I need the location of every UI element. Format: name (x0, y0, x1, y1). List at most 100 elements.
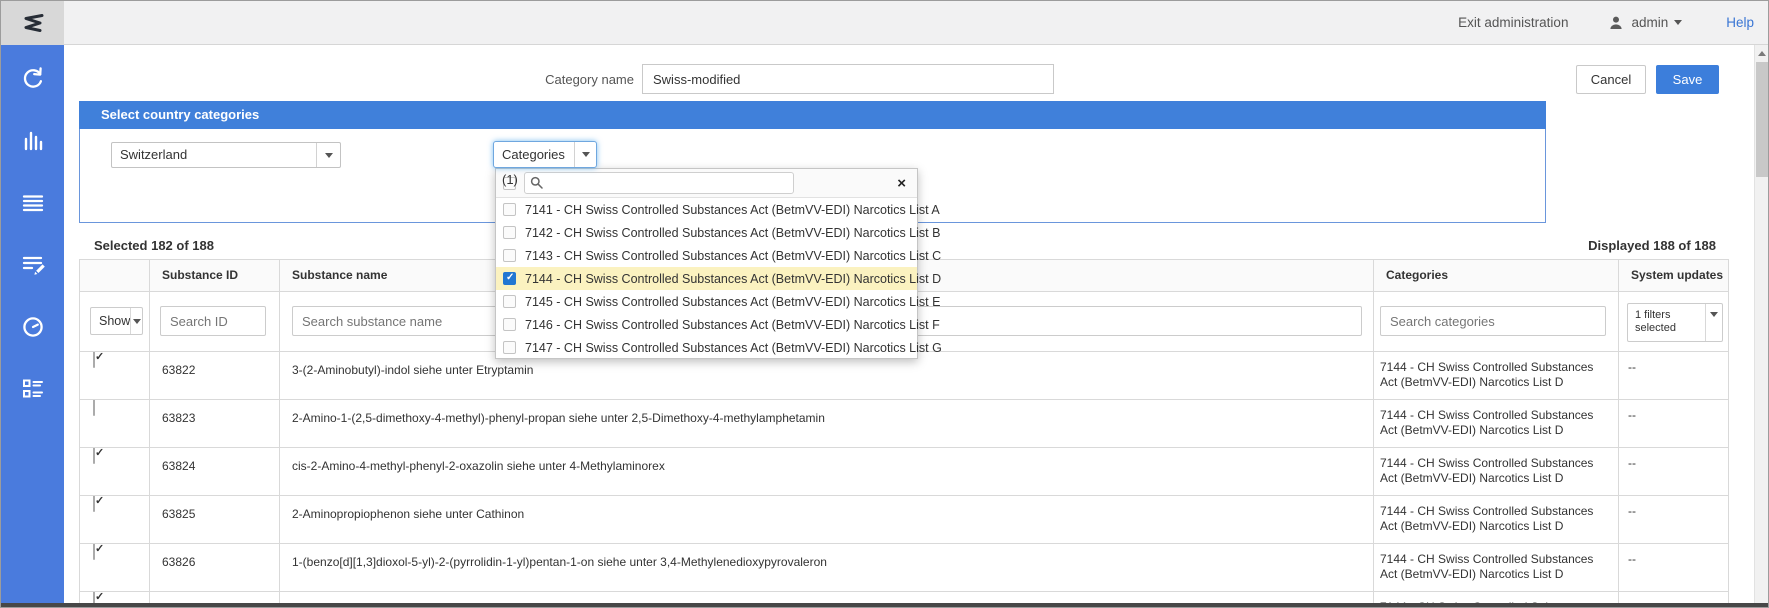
chevron-down-icon (1674, 20, 1682, 25)
show-filter-button[interactable]: Show (90, 307, 143, 335)
category-option[interactable]: 7142 - CH Swiss Controlled Substances Ac… (496, 221, 917, 244)
app-window: Exit administration admin Help (0, 0, 1769, 608)
system-updates-cell: -- (1619, 448, 1730, 495)
categories-button-label: Categories (1) (494, 142, 574, 167)
substance-name-cell: 1-(benzo[d][1,3]dioxol-5-yl)-2-(pyrrolid… (280, 544, 1374, 591)
category-option-label: 7141 - CH Swiss Controlled Substances Ac… (525, 203, 940, 217)
category-option-label: 7142 - CH Swiss Controlled Substances Ac… (525, 226, 940, 240)
grid-list-icon[interactable] (19, 375, 47, 403)
vertical-scrollbar[interactable] (1754, 45, 1768, 608)
table-body: 63822 3-(2-Aminobutyl)-indol siehe unter… (80, 352, 1728, 608)
category-option-checkbox[interactable] (503, 249, 516, 262)
substance-id-cell: 63826 (150, 544, 280, 591)
substance-id-cell: 63822 (150, 352, 280, 399)
list-edit-icon[interactable] (19, 251, 47, 279)
exit-administration-link[interactable]: Exit administration (1458, 15, 1568, 30)
categories-cell: 7144 - CH Swiss Controlled Substances Ac… (1374, 448, 1619, 495)
table-row: 63826 1-(benzo[d][1,3]dioxol-5-yl)-2-(py… (80, 544, 1728, 592)
categories-cell: 7144 - CH Swiss Controlled Substances Ac… (1374, 400, 1619, 447)
category-option-checkbox[interactable] (503, 341, 516, 354)
user-icon (1608, 15, 1624, 31)
search-categories-input[interactable] (1380, 306, 1606, 336)
category-option-checkbox[interactable] (503, 226, 516, 239)
chevron-down-icon (130, 308, 142, 334)
country-select-value: Switzerland (112, 143, 316, 167)
categories-dropdown-panel: × 7141 - CH Swiss Controlled Substances … (495, 168, 918, 359)
category-option[interactable]: 7144 - CH Swiss Controlled Substances Ac… (496, 267, 917, 290)
categories-header: Categories (1374, 260, 1619, 291)
row-checkbox[interactable] (93, 544, 95, 560)
system-updates-filter[interactable]: 1 filters selected (1627, 303, 1723, 342)
logo-icon (19, 9, 47, 37)
row-checkbox[interactable] (93, 400, 95, 416)
substance-name-cell: 2-Amino-1-(2,5-dimethoxy-4-methyl)-pheny… (280, 400, 1374, 447)
table-row: 63822 3-(2-Aminobutyl)-indol siehe unter… (80, 352, 1728, 400)
row-checkbox[interactable] (93, 352, 95, 368)
checkbox-column-header (80, 260, 150, 291)
substance-name-cell: 2-Aminopropiophenon siehe unter Cathinon (280, 496, 1374, 543)
category-option[interactable]: 7146 - CH Swiss Controlled Substances Ac… (496, 313, 917, 336)
scrollbar-thumb[interactable] (1756, 62, 1768, 177)
category-option-checkbox[interactable] (503, 272, 516, 285)
save-button[interactable]: Save (1656, 65, 1719, 94)
system-updates-filter-label: 1 filters selected (1628, 304, 1705, 341)
system-updates-header: System updates (1619, 260, 1730, 291)
bar-chart-icon[interactable] (19, 127, 47, 155)
category-name-label: Category name (456, 72, 634, 87)
categories-cell: 7144 - CH Swiss Controlled Substances Ac… (1374, 496, 1619, 543)
refresh-icon[interactable] (19, 65, 47, 93)
category-option-label: 7143 - CH Swiss Controlled Substances Ac… (525, 249, 941, 263)
search-icon (530, 176, 543, 189)
substance-id-cell: 63824 (150, 448, 280, 495)
app-logo[interactable] (1, 1, 64, 45)
row-checkbox[interactable] (93, 496, 95, 512)
category-option[interactable]: 7147 - CH Swiss Controlled Substances Ac… (496, 336, 917, 359)
cancel-button[interactable]: Cancel (1576, 65, 1646, 94)
categories-cell: 7144 - CH Swiss Controlled Substances Ac… (1374, 544, 1619, 591)
chevron-down-icon (316, 143, 340, 167)
category-option-checkbox[interactable] (503, 318, 516, 331)
table-row: 63823 2-Amino-1-(2,5-dimethoxy-4-methyl)… (80, 400, 1728, 448)
substance-id-cell: 63823 (150, 400, 280, 447)
table-row: 63825 2-Aminopropiophenon siehe unter Ca… (80, 496, 1728, 544)
window-bottom-edge (1, 603, 1768, 607)
category-option[interactable]: 7143 - CH Swiss Controlled Substances Ac… (496, 244, 917, 267)
substance-name-cell: cis-2-Amino-4-methyl-phenyl-2-oxazolin s… (280, 448, 1374, 495)
sidebar-nav (1, 45, 64, 608)
clock-icon[interactable] (19, 313, 47, 341)
dropdown-header: × (496, 169, 917, 198)
category-option[interactable]: 7141 - CH Swiss Controlled Substances Ac… (496, 198, 917, 221)
system-updates-cell: -- (1619, 496, 1730, 543)
list-icon[interactable] (19, 189, 47, 217)
scroll-up-arrow[interactable] (1755, 45, 1768, 61)
category-option[interactable]: 7145 - CH Swiss Controlled Substances Ac… (496, 290, 917, 313)
substance-id-header: Substance ID (150, 260, 280, 291)
categories-dropdown-button[interactable]: Categories (1) (493, 141, 597, 168)
search-id-input[interactable] (160, 306, 266, 336)
category-name-input[interactable] (642, 64, 1054, 94)
user-menu[interactable]: admin (1608, 15, 1682, 31)
show-filter-label: Show (91, 308, 130, 334)
category-option-label: 7144 - CH Swiss Controlled Substances Ac… (525, 272, 941, 286)
system-updates-cell: -- (1619, 352, 1730, 399)
category-option-label: 7146 - CH Swiss Controlled Substances Ac… (525, 318, 940, 332)
top-bar: Exit administration admin Help (1, 1, 1769, 45)
section-title: Select country categories (79, 101, 1546, 129)
row-checkbox[interactable] (93, 448, 95, 464)
chevron-down-icon (574, 142, 596, 167)
close-icon[interactable]: × (897, 176, 906, 191)
category-search-input[interactable] (524, 172, 794, 194)
category-option-checkbox[interactable] (503, 295, 516, 308)
categories-cell: 7144 - CH Swiss Controlled Substances Ac… (1374, 352, 1619, 399)
substance-name-cell: 3-(2-Aminobutyl)-indol siehe unter Etryp… (280, 352, 1374, 399)
country-select[interactable]: Switzerland (111, 142, 341, 168)
system-updates-cell: -- (1619, 400, 1730, 447)
help-link[interactable]: Help (1726, 15, 1754, 30)
category-option-list: 7141 - CH Swiss Controlled Substances Ac… (496, 198, 917, 359)
category-option-checkbox[interactable] (503, 203, 516, 216)
selected-count: Selected 182 of 188 (94, 238, 214, 253)
displayed-count: Displayed 188 of 188 (1588, 238, 1716, 253)
category-option-label: 7145 - CH Swiss Controlled Substances Ac… (525, 295, 940, 309)
category-option-label: 7147 - CH Swiss Controlled Substances Ac… (525, 341, 942, 355)
table-row: 63824 cis-2-Amino-4-methyl-phenyl-2-oxaz… (80, 448, 1728, 496)
